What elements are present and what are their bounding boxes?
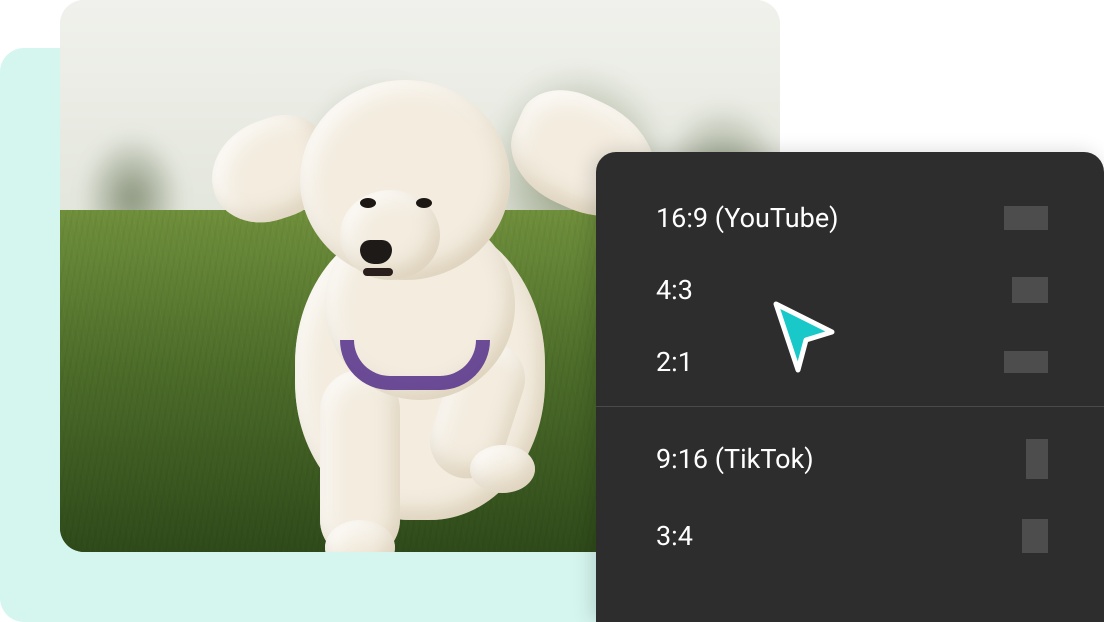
ratio-label: 9:16 (TikTok) <box>656 443 814 475</box>
ratio-swatch-icon <box>1004 206 1048 230</box>
ratio-swatch-icon <box>1012 277 1048 303</box>
ratio-swatch-icon <box>1022 519 1048 553</box>
ratio-option-3-4[interactable]: 3:4 <box>596 499 1104 573</box>
dog-illustration <box>240 90 600 550</box>
ratio-option-2-1[interactable]: 2:1 <box>596 326 1104 398</box>
aspect-ratio-panel: 16:9 (YouTube) 4:3 2:1 9:16 (TikTok) 3:4 <box>596 152 1104 622</box>
ratio-label: 4:3 <box>656 274 693 306</box>
ratio-label: 2:1 <box>656 346 693 378</box>
ratio-swatch-icon <box>1026 439 1048 479</box>
ratio-swatch-icon <box>1004 351 1048 373</box>
ratio-option-4-3[interactable]: 4:3 <box>596 254 1104 326</box>
ratio-group-divider <box>596 406 1104 407</box>
ratio-option-9-16[interactable]: 9:16 (TikTok) <box>596 419 1104 499</box>
ratio-label: 16:9 (YouTube) <box>656 202 839 234</box>
ratio-label: 3:4 <box>656 520 693 552</box>
ratio-option-16-9[interactable]: 16:9 (YouTube) <box>596 182 1104 254</box>
